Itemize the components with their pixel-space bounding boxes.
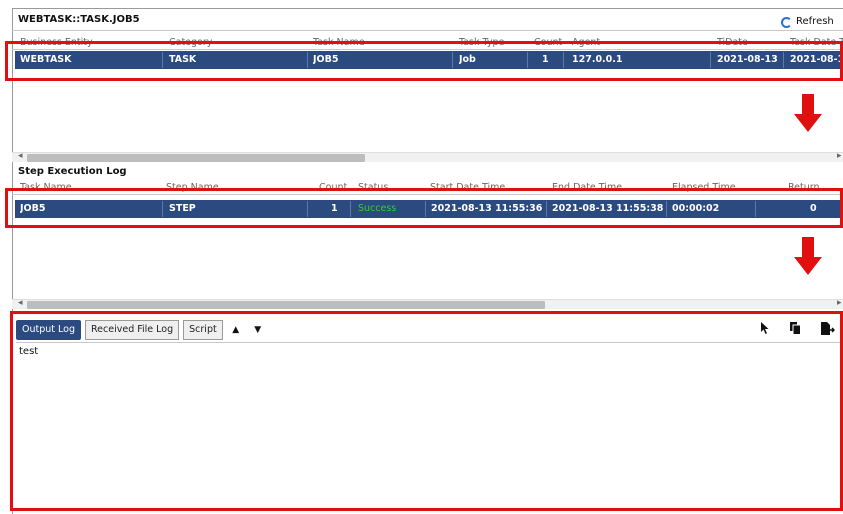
horizontal-scrollbar[interactable]: ◂ ▸ (12, 151, 843, 162)
highlight-box (5, 41, 843, 81)
scrollbar-thumb[interactable] (27, 154, 365, 162)
refresh-button[interactable]: Refresh (781, 14, 834, 30)
scroll-right-icon[interactable]: ▸ (837, 298, 842, 308)
refresh-icon (781, 16, 792, 28)
step-panel-title: Step Execution Log (18, 166, 127, 177)
scroll-right-icon[interactable]: ▸ (837, 151, 842, 161)
scroll-left-icon[interactable]: ◂ (18, 151, 23, 161)
scroll-left-icon[interactable]: ◂ (18, 298, 23, 308)
down-arrow-icon (794, 237, 822, 277)
highlight-box (10, 311, 843, 511)
refresh-label: Refresh (796, 16, 834, 27)
highlight-box (5, 188, 843, 228)
divider (12, 30, 843, 31)
horizontal-scrollbar[interactable]: ◂ ▸ (12, 298, 843, 309)
task-panel-title: WEBTASK::TASK.JOB5 (18, 14, 140, 25)
scrollbar-thumb[interactable] (27, 301, 545, 309)
down-arrow-icon (794, 94, 822, 134)
